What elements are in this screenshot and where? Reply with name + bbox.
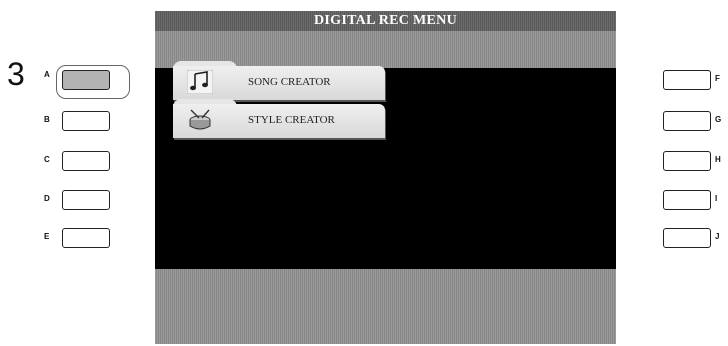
panel-button-e[interactable] [62, 228, 110, 248]
panel-button-i[interactable] [663, 190, 711, 210]
panel-button-j[interactable] [663, 228, 711, 248]
panel-button-b[interactable] [62, 111, 110, 131]
button-letter-j: J [715, 232, 720, 241]
button-letter-i: I [715, 194, 718, 203]
button-letter-h: H [715, 155, 721, 164]
music-note-icon [187, 70, 213, 94]
panel-button-d[interactable] [62, 190, 110, 210]
screen-title: DIGITAL REC MENU [155, 11, 616, 31]
button-letter-g: G [715, 115, 722, 124]
lcd-screen: DIGITAL REC MENU SONG CREATOR STYLE CREA… [155, 11, 616, 344]
button-letter-f: F [715, 74, 720, 83]
drum-icon [189, 109, 211, 130]
panel-button-g[interactable] [663, 111, 711, 131]
panel-button-c[interactable] [62, 151, 110, 171]
button-letter-a: A [44, 70, 50, 79]
button-letter-c: C [44, 155, 50, 164]
step-number: 3 [7, 56, 25, 92]
panel-button-a[interactable] [62, 70, 110, 90]
button-letter-d: D [44, 194, 50, 203]
menu-item-label: SONG CREATOR [248, 76, 331, 88]
button-letter-e: E [44, 232, 50, 241]
menu-item-song-creator[interactable]: SONG CREATOR [173, 61, 385, 100]
panel-button-h[interactable] [663, 151, 711, 171]
panel-button-f[interactable] [663, 70, 711, 90]
menu-item-style-creator[interactable]: STYLE CREATOR [173, 99, 385, 138]
screen-footer-band [155, 269, 616, 344]
button-letter-b: B [44, 115, 50, 124]
menu-item-label: STYLE CREATOR [248, 114, 335, 126]
